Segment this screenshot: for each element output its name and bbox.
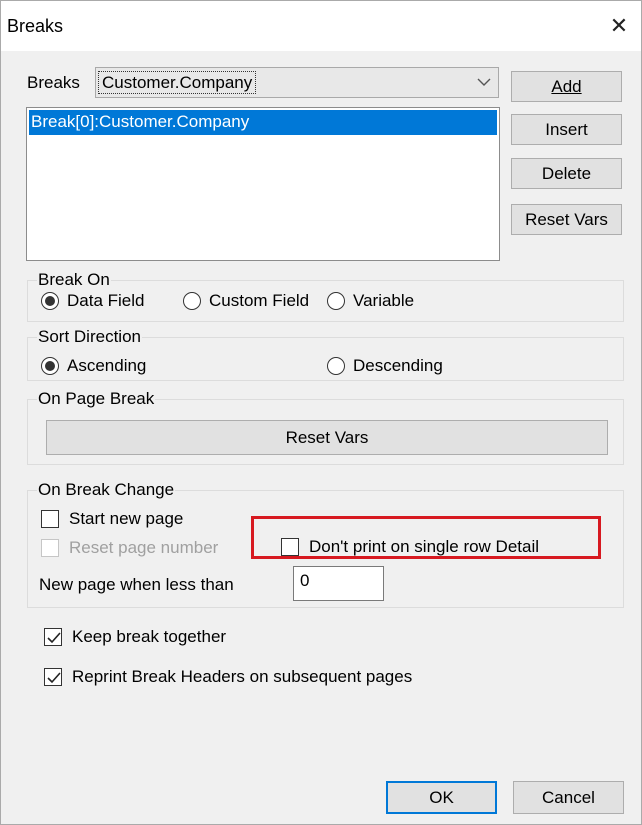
delete-button-label: Delete: [541, 163, 592, 183]
variable-label: Variable: [353, 291, 415, 310]
reset-vars-page-break-label: Reset Vars: [285, 427, 369, 447]
breaks-dropdown[interactable]: Customer.Company: [95, 67, 499, 98]
reprint-break-headers-label: Reprint Break Headers on subsequent page…: [72, 667, 413, 686]
reprint-break-headers-checkbox[interactable]: [44, 668, 62, 686]
add-button[interactable]: Add: [511, 71, 622, 102]
close-button[interactable]: ✕: [597, 1, 641, 51]
data-field-label: Data Field: [67, 291, 145, 310]
ok-button[interactable]: OK: [386, 781, 497, 814]
add-button-label: Add: [551, 76, 582, 96]
breaks-label: Breaks: [27, 73, 80, 92]
on-break-change-legend: On Break Change: [37, 480, 176, 500]
start-new-page-checkbox[interactable]: [41, 510, 59, 528]
descending-radio[interactable]: [327, 357, 345, 375]
cancel-button-label: Cancel: [542, 787, 595, 807]
break-on-legend: Break On: [37, 270, 111, 290]
insert-button-label: Insert: [545, 119, 588, 139]
keep-break-together-label: Keep break together: [72, 627, 227, 646]
ascending-radio[interactable]: [41, 357, 59, 375]
keep-break-together-checkbox[interactable]: [44, 628, 62, 646]
on-page-break-legend: On Page Break: [37, 389, 156, 409]
descending-label: Descending: [353, 356, 443, 375]
custom-field-label: Custom Field: [209, 291, 310, 310]
variable-radio[interactable]: [327, 292, 345, 310]
title-bar: Breaks ✕: [1, 1, 641, 51]
breaks-dropdown-value: Customer.Company: [98, 71, 257, 94]
close-icon: ✕: [609, 13, 629, 38]
dont-print-single-row-checkbox[interactable]: [281, 538, 299, 556]
new-page-when-less-than-input[interactable]: 0: [293, 566, 384, 601]
reset-vars-side-button-label: Reset Vars: [525, 209, 608, 229]
reset-page-number-label: Reset page number: [69, 538, 219, 557]
checkmark-icon: [47, 672, 61, 684]
chevron-down-icon[interactable]: [470, 68, 498, 97]
data-field-radio[interactable]: [41, 292, 59, 310]
checkmark-icon: [47, 632, 61, 644]
delete-button[interactable]: Delete: [511, 158, 622, 189]
cancel-button[interactable]: Cancel: [513, 781, 624, 814]
ascending-label: Ascending: [67, 356, 147, 375]
new-page-when-less-than-label: New page when less than: [39, 575, 234, 594]
dont-print-single-row-label: Don't print on single row Detail: [309, 537, 540, 556]
reset-vars-side-button[interactable]: Reset Vars: [511, 204, 622, 235]
ok-button-label: OK: [429, 787, 454, 807]
reset-vars-page-break-button[interactable]: Reset Vars: [46, 420, 608, 455]
breaks-dialog: Breaks ✕ Breaks Customer.Company Break[0…: [0, 0, 642, 825]
start-new-page-label: Start new page: [69, 509, 184, 528]
list-item[interactable]: Break[0]:Customer.Company: [29, 110, 497, 135]
window-title: Breaks: [7, 16, 64, 36]
insert-button[interactable]: Insert: [511, 114, 622, 145]
reset-page-number-checkbox[interactable]: [41, 539, 59, 557]
new-page-when-less-than-value: 0: [300, 571, 310, 590]
custom-field-radio[interactable]: [183, 292, 201, 310]
breaks-list[interactable]: Break[0]:Customer.Company: [26, 107, 500, 261]
sort-direction-legend: Sort Direction: [37, 327, 142, 347]
